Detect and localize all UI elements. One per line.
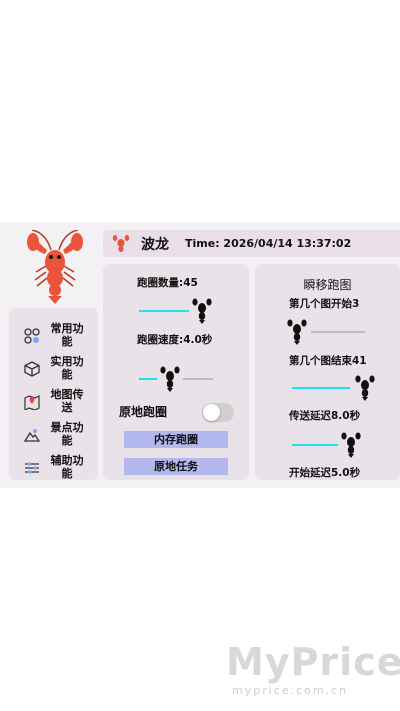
sidebar-item-assist[interactable]: 辅助功能: [9, 454, 98, 488]
player-name: 波龙: [141, 237, 169, 253]
lap-speed-label: 跑圈速度:4.0秒: [137, 334, 213, 346]
sidebar-item-common[interactable]: 常用功能: [9, 322, 98, 356]
lap-settings-panel: 跑圈数量:45 跑圈速度:4.0秒 原地跑圈 内存跑圈 原地任务: [103, 264, 249, 480]
sidebar-item-map-teleport[interactable]: 地图传送: [9, 388, 98, 422]
box-icon: [24, 361, 40, 377]
watermark: MyPrice myprice.com.cn: [226, 640, 400, 697]
sidebar: 常用功能 实用功能 地图传送 景点功能 辅助功能: [9, 308, 98, 480]
start-map-slider-track: [311, 331, 365, 333]
teleport-delay-slider-handle[interactable]: [340, 432, 362, 458]
in-place-task-button[interactable]: 原地任务: [124, 458, 228, 475]
header-bar: 波龙 Time: 2026/04/14 13:37:02: [103, 230, 400, 257]
end-map-slider-handle[interactable]: [354, 375, 376, 401]
toggle-knob: [203, 404, 220, 421]
teleport-delay-slider-fill: [292, 444, 338, 446]
end-map-label: 第几个图结束41: [289, 355, 367, 367]
start-delay-label: 开始延迟5.0秒: [289, 467, 361, 479]
memory-lap-button[interactable]: 内存跑圈: [124, 431, 228, 448]
map-pin-icon: [24, 395, 40, 410]
watermark-url: myprice.com.cn: [232, 684, 349, 697]
lap-speed-slider-handle[interactable]: [159, 366, 181, 392]
sliders-icon: [25, 462, 39, 474]
start-map-slider-handle[interactable]: [286, 319, 308, 345]
lap-count-label: 跑圈数量:45: [137, 277, 198, 289]
sidebar-item-label: 常用功能: [50, 322, 84, 348]
landscape-icon: [24, 429, 40, 442]
end-map-slider-fill: [292, 387, 350, 389]
watermark-logo-text: MyPrice: [226, 640, 400, 684]
sidebar-item-label: 实用功能: [50, 355, 84, 381]
lobster-avatar-icon: [112, 235, 130, 252]
teleport-delay-label: 传送延迟8.0秒: [289, 410, 361, 422]
in-place-lap-label: 原地跑圈: [119, 405, 168, 419]
panel-title: 瞬移跑图: [303, 278, 352, 292]
time-display: Time: 2026/04/14 13:37:02: [185, 237, 352, 250]
lap-count-slider-handle[interactable]: [191, 298, 213, 324]
start-map-label: 第几个图开始3: [289, 298, 360, 310]
teleport-run-panel: 瞬移跑图 第几个图开始3 第几个图结束41 传送延迟8.0秒 开始延迟5.0秒: [255, 264, 400, 480]
sidebar-item-label: 地图传送: [50, 388, 84, 414]
sidebar-item-label: 景点功能: [50, 421, 84, 447]
sidebar-item-label: 辅助功能: [50, 454, 84, 480]
grid-icon: [24, 328, 40, 344]
sidebar-item-scenic[interactable]: 景点功能: [9, 421, 98, 455]
lap-count-slider-fill: [139, 310, 189, 312]
in-place-lap-toggle[interactable]: [202, 403, 234, 422]
lap-speed-slider-track: [183, 378, 213, 380]
lap-speed-slider-fill: [139, 378, 157, 380]
lobster-logo: [27, 230, 83, 304]
sidebar-item-utility[interactable]: 实用功能: [9, 355, 98, 389]
